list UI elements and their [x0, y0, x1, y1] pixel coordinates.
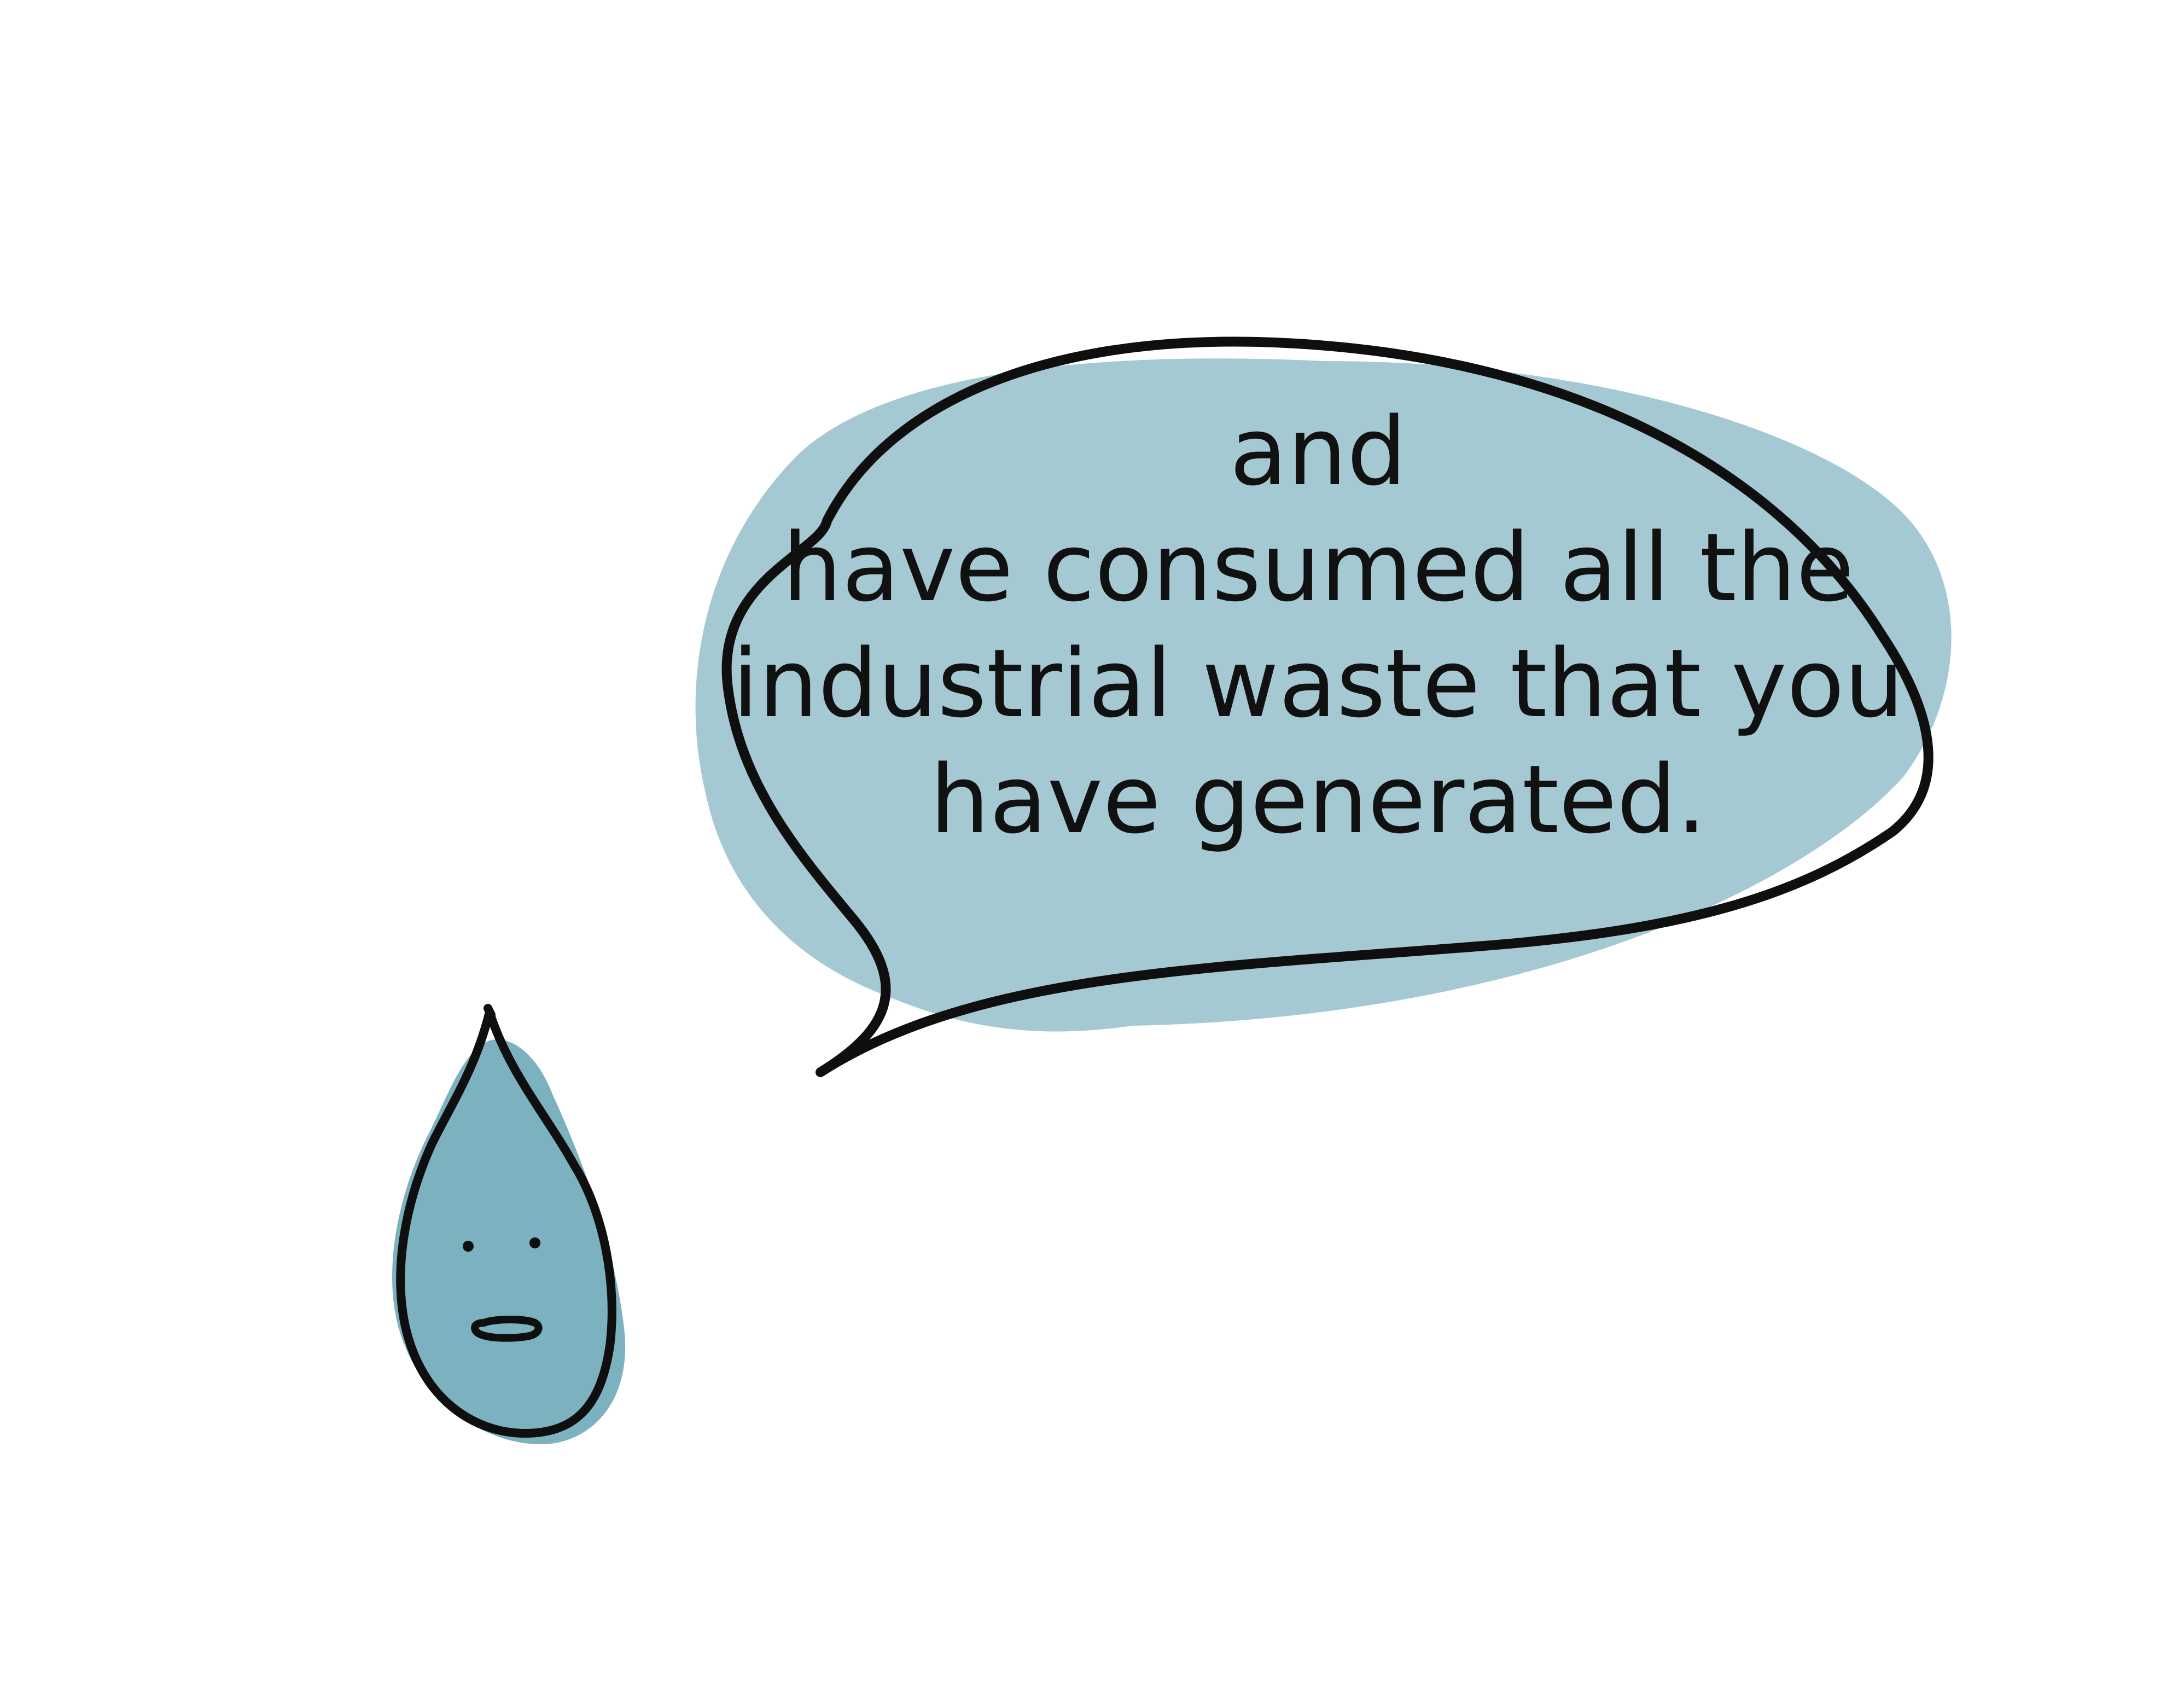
left-eye — [463, 1241, 474, 1252]
speech-line: have generated. — [930, 745, 1707, 855]
speech-line: have consumed all the — [782, 513, 1854, 623]
speech-line: industrial waste that you — [732, 629, 1905, 739]
drop-tip-mark — [484, 1004, 496, 1019]
illustration-canvas: and have consumed all the industrial was… — [0, 0, 2184, 1703]
speech-bubble-text: and have consumed all the industrial was… — [732, 394, 1904, 886]
speech-line: and — [1230, 397, 1407, 507]
right-eye — [529, 1237, 540, 1248]
